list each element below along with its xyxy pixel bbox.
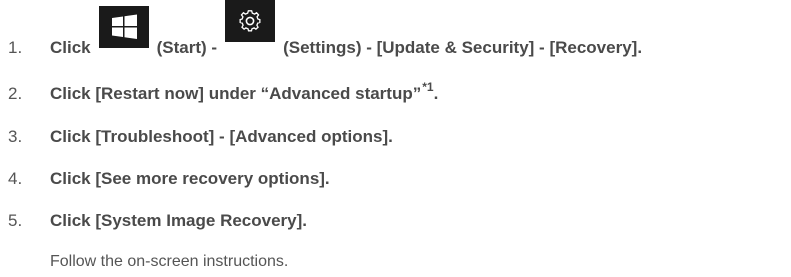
step-number: 4. xyxy=(8,169,23,188)
step-number: 3. xyxy=(8,127,23,146)
step-number: 2. xyxy=(8,84,23,103)
start-label: (Start) - xyxy=(156,38,218,57)
step-text: Click [Troubleshoot] - [Advanced options… xyxy=(50,127,393,146)
step-number: 1. xyxy=(8,38,23,57)
settings-label: (Settings) - [Update & Security] - [Reco… xyxy=(283,38,643,57)
step-number: 5. xyxy=(8,211,23,230)
step-text: Click (Start) - (Settings) - [Update & S… xyxy=(50,0,642,60)
step-text-suffix: . xyxy=(433,84,439,103)
footnote-marker: *1 xyxy=(422,80,434,94)
step-text: Click [System Image Recovery]. xyxy=(50,211,308,230)
step-click-word: Click xyxy=(50,38,91,57)
instruction-note: Follow the on-screen instructions. xyxy=(50,253,289,270)
step-text-main: Click [Restart now] under “Advanced star… xyxy=(50,84,422,103)
step-text: Click [Restart now] under “Advanced star… xyxy=(50,80,439,105)
step-text: Click [See more recovery options]. xyxy=(50,169,330,188)
step-1: 1. Click (Start) - (Settings) - [Update … xyxy=(0,0,791,60)
gear-icon xyxy=(225,0,276,42)
windows-start-icon xyxy=(98,6,149,48)
instruction-list: 1. Click (Start) - (Settings) - [Update … xyxy=(0,0,791,277)
